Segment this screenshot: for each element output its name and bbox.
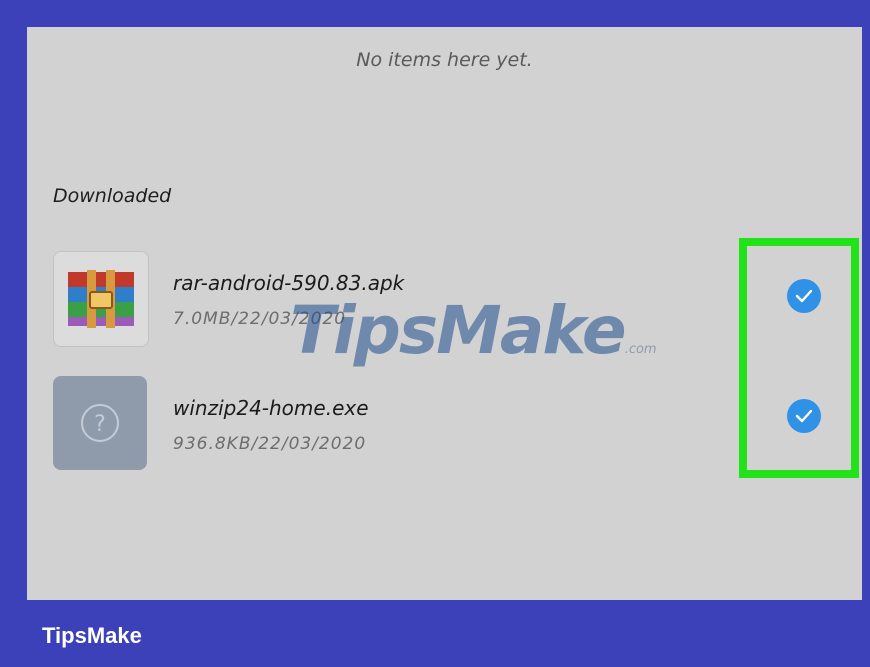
empty-message: No items here yet. [356, 49, 533, 71]
file-meta: 936.8KB/22/03/2020 [173, 434, 367, 454]
svg-text:?: ? [94, 412, 106, 437]
section-title-downloaded: Downloaded [53, 185, 172, 207]
brand-logo-text: TipsMake [42, 623, 142, 648]
watermark: TipsMake.com [290, 292, 657, 369]
highlight-box [739, 238, 859, 478]
winrar-archive-icon [53, 251, 149, 347]
file-name: winzip24-home.exe [173, 396, 369, 420]
watermark-text: TipsMake [290, 292, 627, 369]
unknown-file-icon: ? [53, 376, 147, 470]
file-row[interactable]: ? winzip24-home.exe 936.8KB/22/03/2020 [53, 376, 833, 470]
watermark-suffix: .com [624, 342, 657, 357]
